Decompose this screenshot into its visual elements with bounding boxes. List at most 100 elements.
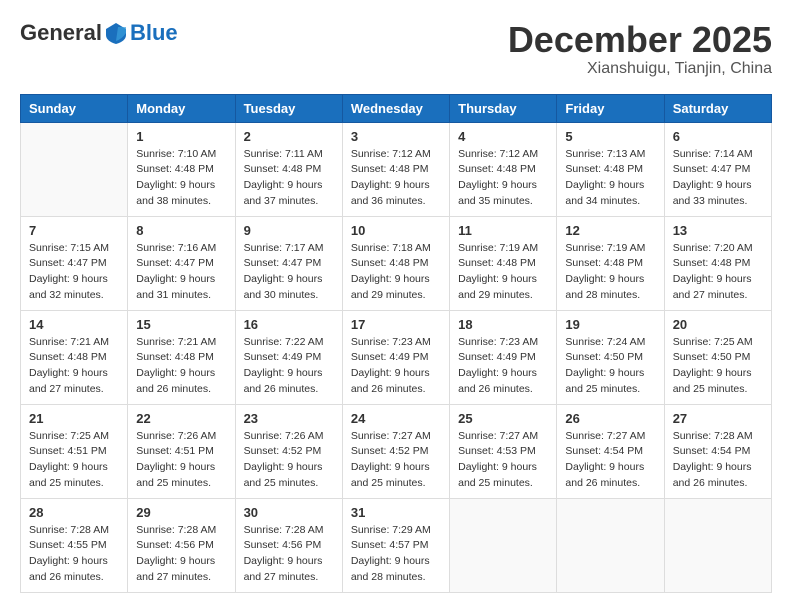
- day-info: Sunrise: 7:28 AMSunset: 4:56 PMDaylight:…: [244, 523, 334, 586]
- calendar-day-cell: 12Sunrise: 7:19 AMSunset: 4:48 PMDayligh…: [557, 216, 664, 310]
- logo-blue-text: Blue: [130, 20, 178, 46]
- day-info: Sunrise: 7:25 AMSunset: 4:51 PMDaylight:…: [29, 429, 119, 492]
- day-info: Sunrise: 7:22 AMSunset: 4:49 PMDaylight:…: [244, 335, 334, 398]
- calendar-day-cell: 11 Sunrise: 7:19 AMSunset: 4:48 PMDayligh…: [450, 216, 557, 310]
- calendar-day-cell: 21 Sunrise: 7:25 AMSunset: 4:51 PMDayligh…: [21, 404, 128, 498]
- calendar-header-row: SundayMondayTuesdayWednesdayThursdayFrid…: [21, 94, 772, 122]
- day-info: Sunrise: 7:10 AMSunset: 4:48 PMDaylight:…: [136, 147, 226, 210]
- weekday-header-thursday: Thursday: [450, 94, 557, 122]
- calendar-day-cell: 27Sunrise: 7:28 AMSunset: 4:54 PMDayligh…: [664, 404, 771, 498]
- day-number: 10: [351, 223, 441, 238]
- logo: General Blue: [20, 20, 178, 46]
- day-number: 7: [29, 223, 119, 238]
- calendar-day-cell: 9 Sunrise: 7:17 AMSunset: 4:47 PMDaylight…: [235, 216, 342, 310]
- calendar-day-cell: [450, 498, 557, 592]
- day-number: 1: [136, 129, 226, 144]
- calendar-day-cell: 25 Sunrise: 7:27 AMSunset: 4:53 PMDayligh…: [450, 404, 557, 498]
- day-info: Sunrise: 7:11 AMSunset: 4:48 PMDaylight:…: [244, 147, 334, 210]
- logo-general-text: General: [20, 20, 102, 46]
- calendar-day-cell: 7 Sunrise: 7:15 AMSunset: 4:47 PMDaylight…: [21, 216, 128, 310]
- calendar-week-row: 7 Sunrise: 7:15 AMSunset: 4:47 PMDaylight…: [21, 216, 772, 310]
- month-title: December 2025: [508, 20, 772, 60]
- calendar-day-cell: 10Sunrise: 7:18 AMSunset: 4:48 PMDayligh…: [342, 216, 449, 310]
- day-info: Sunrise: 7:27 AMSunset: 4:52 PMDaylight:…: [351, 429, 441, 492]
- day-number: 8: [136, 223, 226, 238]
- calendar-day-cell: 13 Sunrise: 7:20 AMSunset: 4:48 PMDayligh…: [664, 216, 771, 310]
- calendar-day-cell: 28Sunrise: 7:28 AMSunset: 4:55 PMDayligh…: [21, 498, 128, 592]
- day-number: 17: [351, 317, 441, 332]
- day-info: Sunrise: 7:19 AMSunset: 4:48 PMDaylight:…: [565, 241, 655, 304]
- day-number: 3: [351, 129, 441, 144]
- day-number: 21: [29, 411, 119, 426]
- day-number: 25: [458, 411, 548, 426]
- weekday-header-saturday: Saturday: [664, 94, 771, 122]
- calendar-day-cell: 18 Sunrise: 7:23 AMSunset: 4:49 PMDayligh…: [450, 310, 557, 404]
- weekday-header-monday: Monday: [128, 94, 235, 122]
- weekday-header-wednesday: Wednesday: [342, 94, 449, 122]
- calendar-day-cell: 23 Sunrise: 7:26 AMSunset: 4:52 PMDayligh…: [235, 404, 342, 498]
- calendar-day-cell: 6Sunrise: 7:14 AMSunset: 4:47 PMDaylight…: [664, 122, 771, 216]
- calendar-day-cell: 14Sunrise: 7:21 AMSunset: 4:48 PMDayligh…: [21, 310, 128, 404]
- calendar-day-cell: [557, 498, 664, 592]
- day-number: 31: [351, 505, 441, 520]
- day-info: Sunrise: 7:16 AMSunset: 4:47 PMDaylight:…: [136, 241, 226, 304]
- day-number: 14: [29, 317, 119, 332]
- calendar-day-cell: 26Sunrise: 7:27 AMSunset: 4:54 PMDayligh…: [557, 404, 664, 498]
- day-info: Sunrise: 7:17 AMSunset: 4:47 PMDaylight:…: [244, 241, 334, 304]
- day-number: 18: [458, 317, 548, 332]
- day-info: Sunrise: 7:28 AMSunset: 4:56 PMDaylight:…: [136, 523, 226, 586]
- calendar-day-cell: [21, 122, 128, 216]
- calendar-week-row: 21 Sunrise: 7:25 AMSunset: 4:51 PMDayligh…: [21, 404, 772, 498]
- calendar-day-cell: 16 Sunrise: 7:22 AMSunset: 4:49 PMDayligh…: [235, 310, 342, 404]
- calendar-day-cell: 29Sunrise: 7:28 AMSunset: 4:56 PMDayligh…: [128, 498, 235, 592]
- calendar-week-row: 1 Sunrise: 7:10 AMSunset: 4:48 PMDaylight…: [21, 122, 772, 216]
- day-number: 27: [673, 411, 763, 426]
- day-number: 11: [458, 223, 548, 238]
- calendar-day-cell: 3 Sunrise: 7:12 AMSunset: 4:48 PMDaylight…: [342, 122, 449, 216]
- calendar-day-cell: 31 Sunrise: 7:29 AMSunset: 4:57 PMDayligh…: [342, 498, 449, 592]
- calendar-table: SundayMondayTuesdayWednesdayThursdayFrid…: [20, 94, 772, 593]
- day-info: Sunrise: 7:14 AMSunset: 4:47 PMDaylight:…: [673, 147, 763, 210]
- day-number: 24: [351, 411, 441, 426]
- day-number: 20: [673, 317, 763, 332]
- day-info: Sunrise: 7:12 AMSunset: 4:48 PMDaylight:…: [458, 147, 548, 210]
- day-info: Sunrise: 7:15 AMSunset: 4:47 PMDaylight:…: [29, 241, 119, 304]
- day-info: Sunrise: 7:23 AMSunset: 4:49 PMDaylight:…: [458, 335, 548, 398]
- weekday-header-friday: Friday: [557, 94, 664, 122]
- day-info: Sunrise: 7:26 AMSunset: 4:52 PMDaylight:…: [244, 429, 334, 492]
- location-title: Xianshuigu, Tianjin, China: [508, 60, 772, 78]
- weekday-header-sunday: Sunday: [21, 94, 128, 122]
- day-info: Sunrise: 7:12 AMSunset: 4:48 PMDaylight:…: [351, 147, 441, 210]
- day-number: 28: [29, 505, 119, 520]
- day-number: 13: [673, 223, 763, 238]
- day-number: 26: [565, 411, 655, 426]
- day-info: Sunrise: 7:20 AMSunset: 4:48 PMDaylight:…: [673, 241, 763, 304]
- day-info: Sunrise: 7:29 AMSunset: 4:57 PMDaylight:…: [351, 523, 441, 586]
- calendar-day-cell: 17Sunrise: 7:23 AMSunset: 4:49 PMDayligh…: [342, 310, 449, 404]
- day-number: 23: [244, 411, 334, 426]
- calendar-day-cell: 20 Sunrise: 7:25 AMSunset: 4:50 PMDayligh…: [664, 310, 771, 404]
- day-info: Sunrise: 7:24 AMSunset: 4:50 PMDaylight:…: [565, 335, 655, 398]
- weekday-header-tuesday: Tuesday: [235, 94, 342, 122]
- calendar-day-cell: 24 Sunrise: 7:27 AMSunset: 4:52 PMDayligh…: [342, 404, 449, 498]
- day-number: 9: [244, 223, 334, 238]
- day-number: 2: [244, 129, 334, 144]
- calendar-day-cell: 2 Sunrise: 7:11 AMSunset: 4:48 PMDaylight…: [235, 122, 342, 216]
- day-number: 22: [136, 411, 226, 426]
- calendar-week-row: 14Sunrise: 7:21 AMSunset: 4:48 PMDayligh…: [21, 310, 772, 404]
- day-info: Sunrise: 7:25 AMSunset: 4:50 PMDaylight:…: [673, 335, 763, 398]
- day-info: Sunrise: 7:13 AMSunset: 4:48 PMDaylight:…: [565, 147, 655, 210]
- logo-icon: [104, 21, 128, 45]
- calendar-day-cell: 19Sunrise: 7:24 AMSunset: 4:50 PMDayligh…: [557, 310, 664, 404]
- calendar-week-row: 28Sunrise: 7:28 AMSunset: 4:55 PMDayligh…: [21, 498, 772, 592]
- day-info: Sunrise: 7:19 AMSunset: 4:48 PMDaylight:…: [458, 241, 548, 304]
- calendar-day-cell: 8 Sunrise: 7:16 AMSunset: 4:47 PMDaylight…: [128, 216, 235, 310]
- day-number: 16: [244, 317, 334, 332]
- calendar-day-cell: 5Sunrise: 7:13 AMSunset: 4:48 PMDaylight…: [557, 122, 664, 216]
- calendar-day-cell: 15Sunrise: 7:21 AMSunset: 4:48 PMDayligh…: [128, 310, 235, 404]
- calendar-day-cell: 4Sunrise: 7:12 AMSunset: 4:48 PMDaylight…: [450, 122, 557, 216]
- calendar-day-cell: 22Sunrise: 7:26 AMSunset: 4:51 PMDayligh…: [128, 404, 235, 498]
- day-info: Sunrise: 7:27 AMSunset: 4:53 PMDaylight:…: [458, 429, 548, 492]
- calendar-day-cell: [664, 498, 771, 592]
- title-block: December 2025 Xianshuigu, Tianjin, China: [508, 20, 772, 78]
